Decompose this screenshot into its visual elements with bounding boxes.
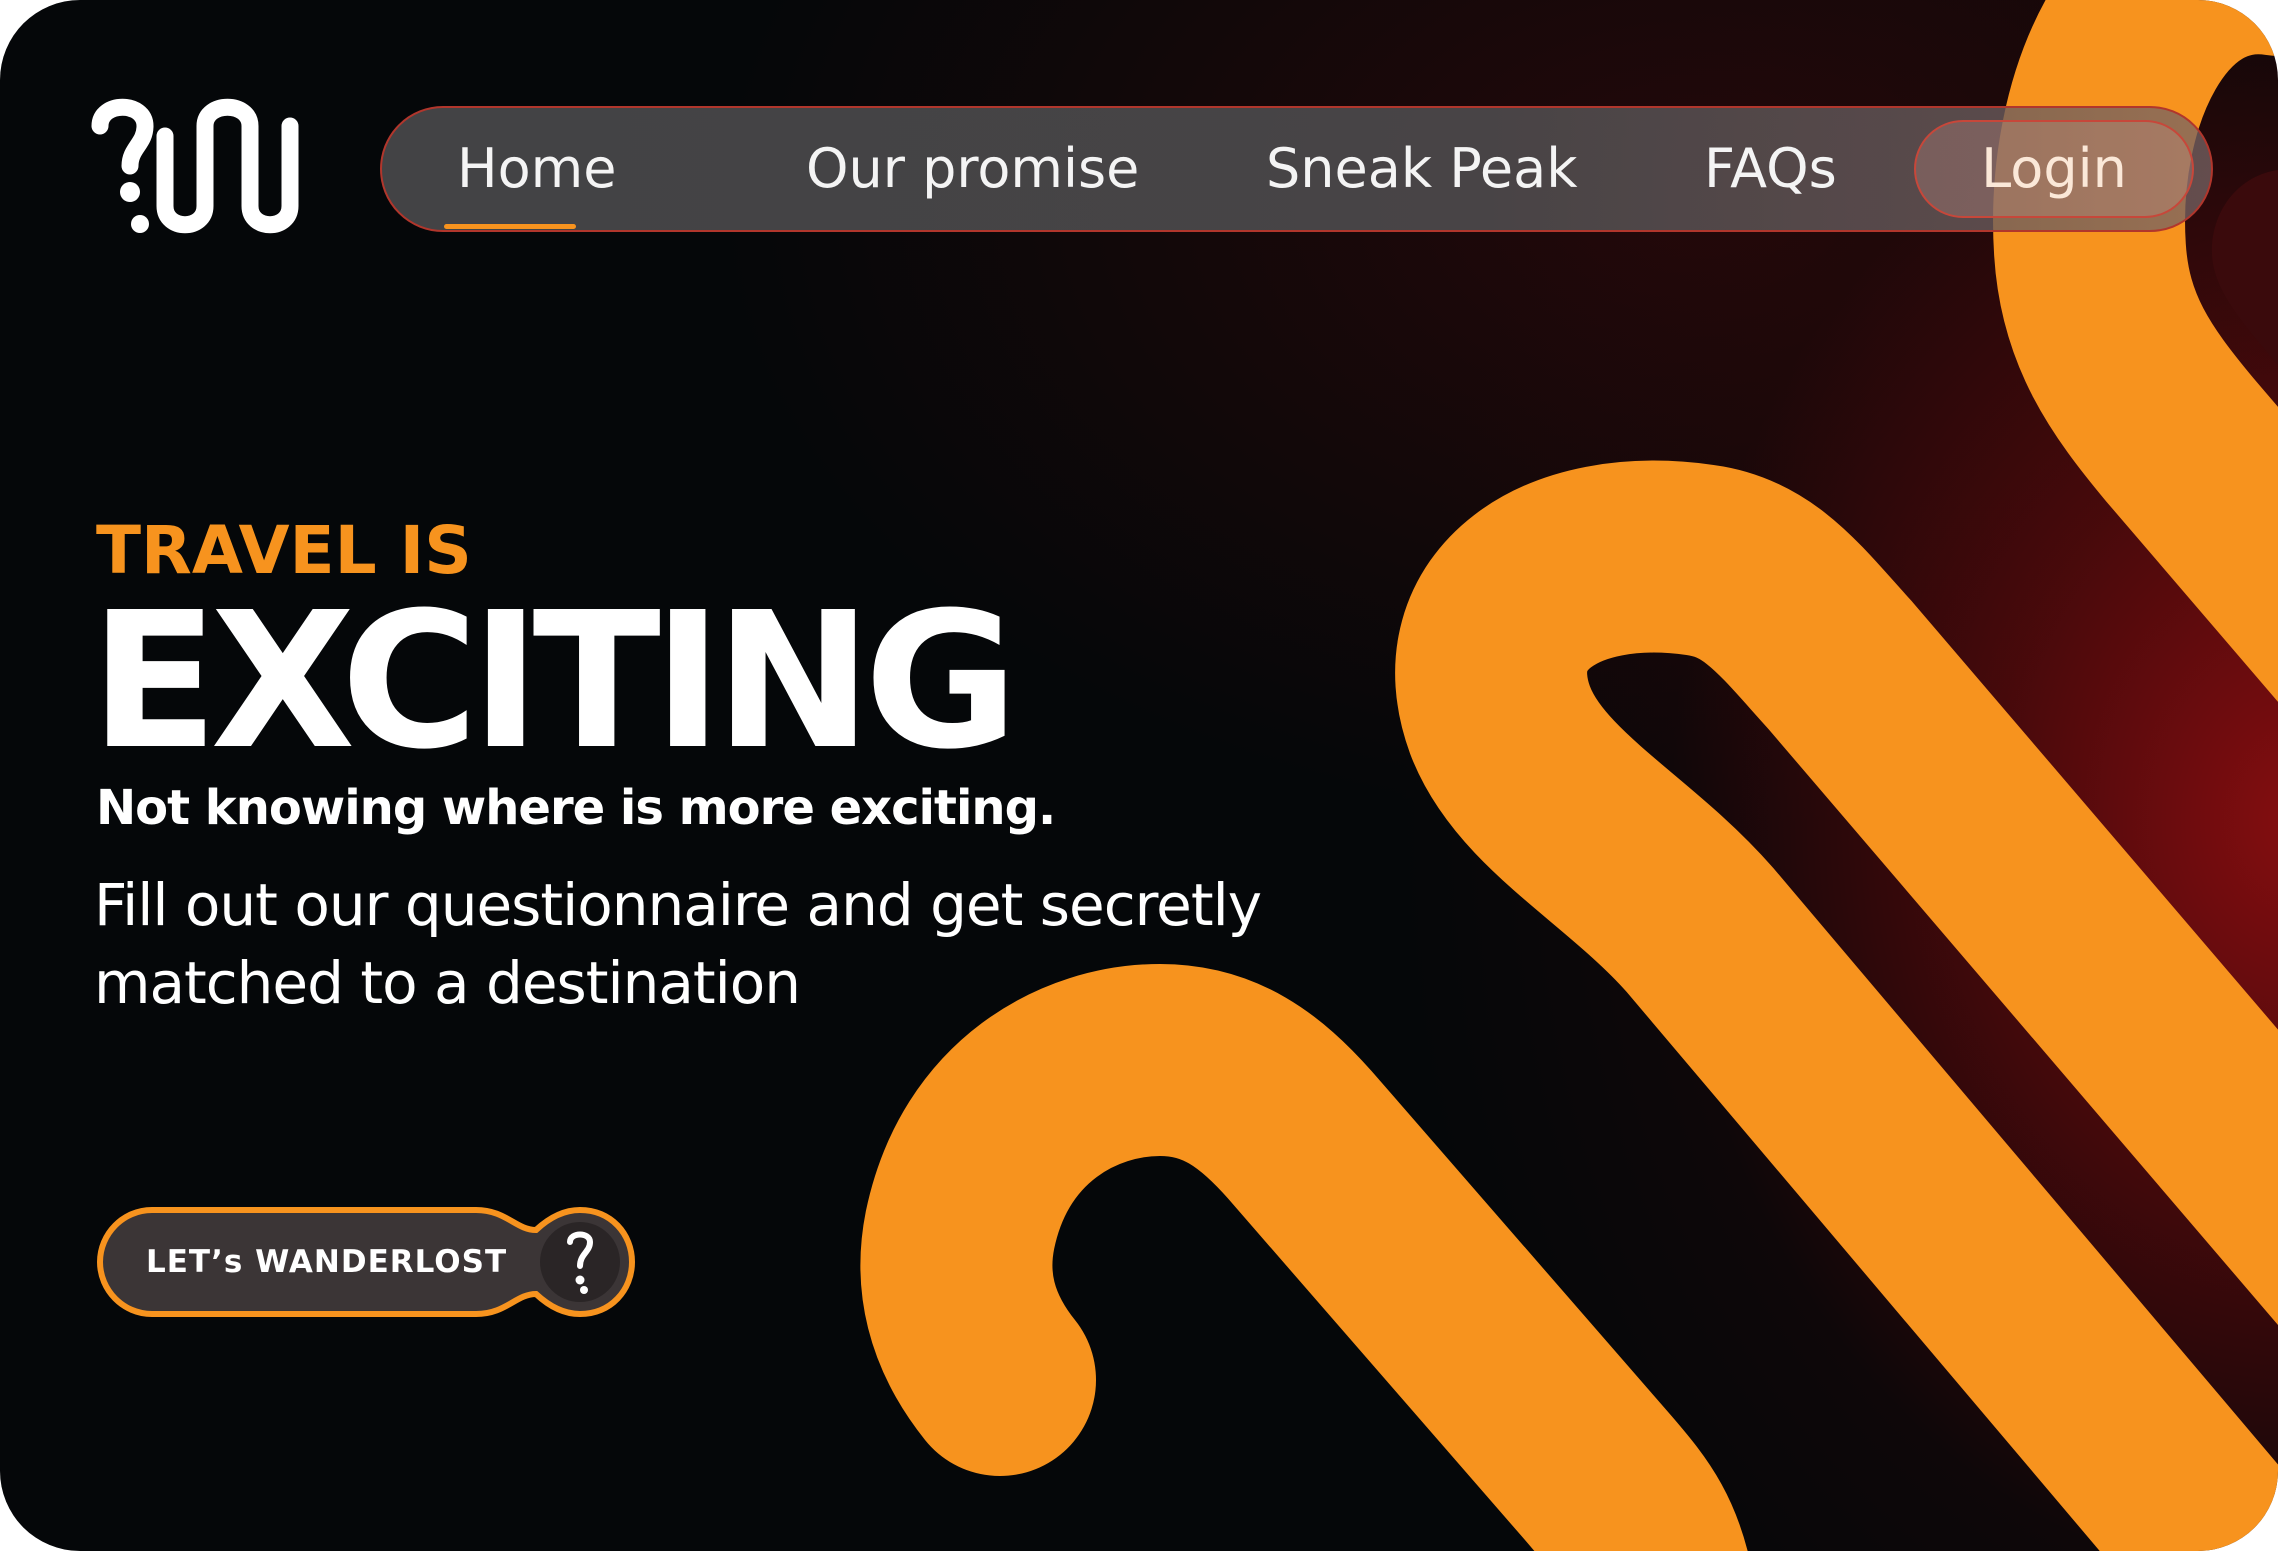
nav-item-our-promise[interactable]: Our promise: [806, 108, 1139, 230]
wanderlost-cta-button[interactable]: LET’s WANDERLOST: [96, 1206, 636, 1318]
hero-subtitle: Not knowing where is more exciting.: [96, 780, 1056, 836]
hero-description: Fill out our questionnaire and get secre…: [94, 871, 1262, 1017]
nav-item-faqs[interactable]: FAQs: [1704, 108, 1837, 230]
landing-page: Home Our promise Sneak Peak FAQs Login T…: [0, 0, 2278, 1551]
active-indicator: [444, 224, 576, 229]
hero-title: EXCITING: [90, 572, 1018, 791]
nav-item-sneak-peak[interactable]: Sneak Peak: [1266, 108, 1577, 230]
main-navigation: Home Our promise Sneak Peak FAQs Login: [380, 106, 2213, 232]
wave-shape-bottom: [860, 964, 1748, 1551]
nav-item-home[interactable]: Home: [457, 108, 616, 230]
question-mark-icon: [567, 1231, 594, 1294]
logo-icon[interactable]: [90, 96, 300, 244]
login-button[interactable]: Login: [1914, 120, 2194, 218]
cta-label: LET’s WANDERLOST: [146, 1244, 508, 1280]
